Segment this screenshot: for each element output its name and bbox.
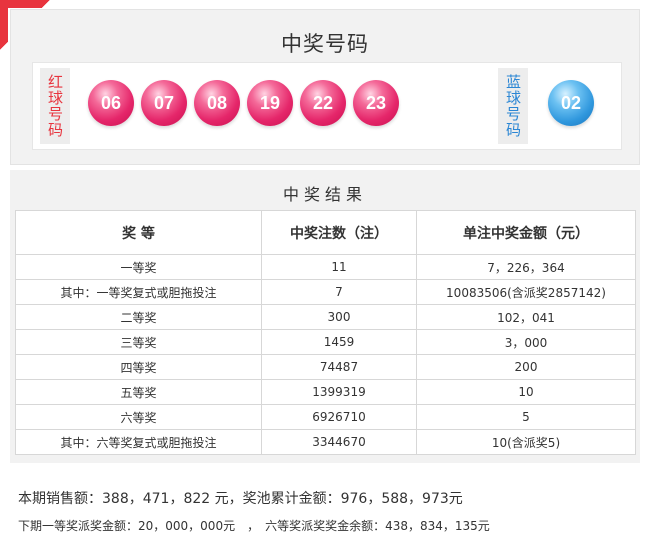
table-row: 四等奖 74487 200 (15, 354, 636, 380)
prize-amount-cell: 102，041 (416, 304, 636, 330)
blue-ball: 02 (548, 80, 594, 126)
winner-count-cell: 300 (261, 304, 417, 330)
winner-count-cell: 3344670 (261, 429, 417, 455)
winner-count-cell: 11 (261, 254, 417, 280)
red-ball: 08 (194, 80, 240, 126)
balls-box: 红球号码 06 07 08 19 22 23 蓝球号码 02 (32, 62, 622, 150)
prize-level-cell: 四等奖 (15, 354, 262, 380)
table-row: 五等奖 1399319 10 (15, 379, 636, 405)
prize-amount-cell: 10083506(含派奖2857142) (416, 279, 636, 305)
prize-amount-cell: 10 (416, 379, 636, 405)
column-header-winner-count: 中奖注数（注） (261, 210, 417, 255)
prize-amount-cell: 7，226，364 (416, 254, 636, 280)
prize-amount-cell: 200 (416, 354, 636, 380)
red-ball: 22 (300, 80, 346, 126)
red-ball: 06 (88, 80, 134, 126)
prize-amount-cell: 3，000 (416, 329, 636, 355)
prize-level-cell: 六等奖 (15, 404, 262, 430)
winning-numbers-panel: 中奖号码 红球号码 06 07 08 19 22 23 蓝球号码 02 (10, 9, 640, 165)
table-row: 其中：六等奖复式或胆拖投注 3344670 10(含派奖5) (15, 429, 636, 455)
red-ball: 23 (353, 80, 399, 126)
prize-level-cell: 其中：一等奖复式或胆拖投注 (15, 279, 262, 305)
prize-level-cell: 其中：六等奖复式或胆拖投注 (15, 429, 262, 455)
next-draw-bonus-summary: 下期一等奖派奖金额：20，000，000元 ， 六等奖派奖奖金余额：438，83… (18, 519, 490, 533)
winner-count-cell: 74487 (261, 354, 417, 380)
column-header-prize-level: 奖 等 (15, 210, 262, 255)
table-row: 一等奖 11 7，226，364 (15, 254, 636, 280)
red-ball: 19 (247, 80, 293, 126)
blue-ball-label: 蓝球号码 (498, 68, 528, 144)
table-row: 六等奖 6926710 5 (15, 404, 636, 430)
prize-level-cell: 五等奖 (15, 379, 262, 405)
prize-results-title: 中奖结果 (282, 185, 367, 204)
winner-count-cell: 7 (261, 279, 417, 305)
prize-amount-cell: 5 (416, 404, 636, 430)
table-row: 其中：一等奖复式或胆拖投注 7 10083506(含派奖2857142) (15, 279, 636, 305)
table-row: 二等奖 300 102，041 (15, 304, 636, 330)
prize-level-cell: 一等奖 (15, 254, 262, 280)
sales-and-jackpot-summary: 本期销售额：388，471，822 元，奖池累计金额：976，588，973元 (18, 491, 463, 507)
column-header-prize-amount: 单注中奖金额（元） (416, 210, 636, 255)
red-ball: 07 (141, 80, 187, 126)
prize-level-cell: 二等奖 (15, 304, 262, 330)
winning-numbers-title: 中奖号码 (281, 32, 369, 56)
table-header-row: 奖 等 中奖注数（注） 单注中奖金额（元） (15, 210, 636, 255)
winner-count-cell: 1459 (261, 329, 417, 355)
prize-results-panel: 中奖结果 奖 等 中奖注数（注） 单注中奖金额（元） 一等奖 11 7，226，… (10, 170, 640, 463)
prize-amount-cell: 10(含派奖5) (416, 429, 636, 455)
red-ball-label: 红球号码 (40, 68, 70, 144)
winner-count-cell: 6926710 (261, 404, 417, 430)
table-row: 三等奖 1459 3，000 (15, 329, 636, 355)
prize-table: 奖 等 中奖注数（注） 单注中奖金额（元） 一等奖 11 7，226，364 其… (15, 210, 636, 455)
prize-level-cell: 三等奖 (15, 329, 262, 355)
winner-count-cell: 1399319 (261, 379, 417, 405)
